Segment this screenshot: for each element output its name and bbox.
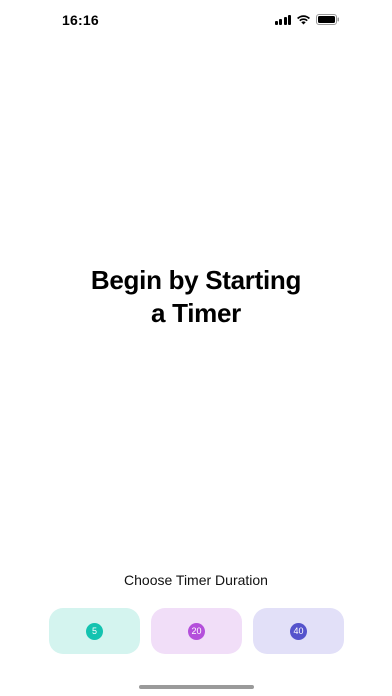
duration-badge: 40	[290, 622, 307, 640]
timer-duration-label: Choose Timer Duration	[124, 572, 268, 588]
page-title: Begin by Starting a Timer	[0, 264, 392, 330]
cellular-signal-icon	[274, 14, 291, 25]
duration-button-20[interactable]: 20	[151, 608, 242, 654]
battery-icon	[316, 14, 340, 25]
home-indicator[interactable]	[139, 685, 254, 689]
status-icons	[274, 14, 341, 25]
status-time: 16:16	[62, 12, 99, 28]
duration-button-40[interactable]: 40	[253, 608, 344, 654]
status-bar: 16:16	[0, 0, 392, 40]
duration-badge: 5	[86, 622, 103, 640]
duration-button-5[interactable]: 5	[49, 608, 140, 654]
timer-duration-options: 5 20 40	[49, 608, 344, 654]
page-title-line-1: Begin by Starting	[90, 265, 302, 295]
wifi-icon	[296, 14, 311, 25]
page-title-line-2: a Timer	[151, 298, 241, 328]
duration-badge: 20	[188, 622, 205, 640]
